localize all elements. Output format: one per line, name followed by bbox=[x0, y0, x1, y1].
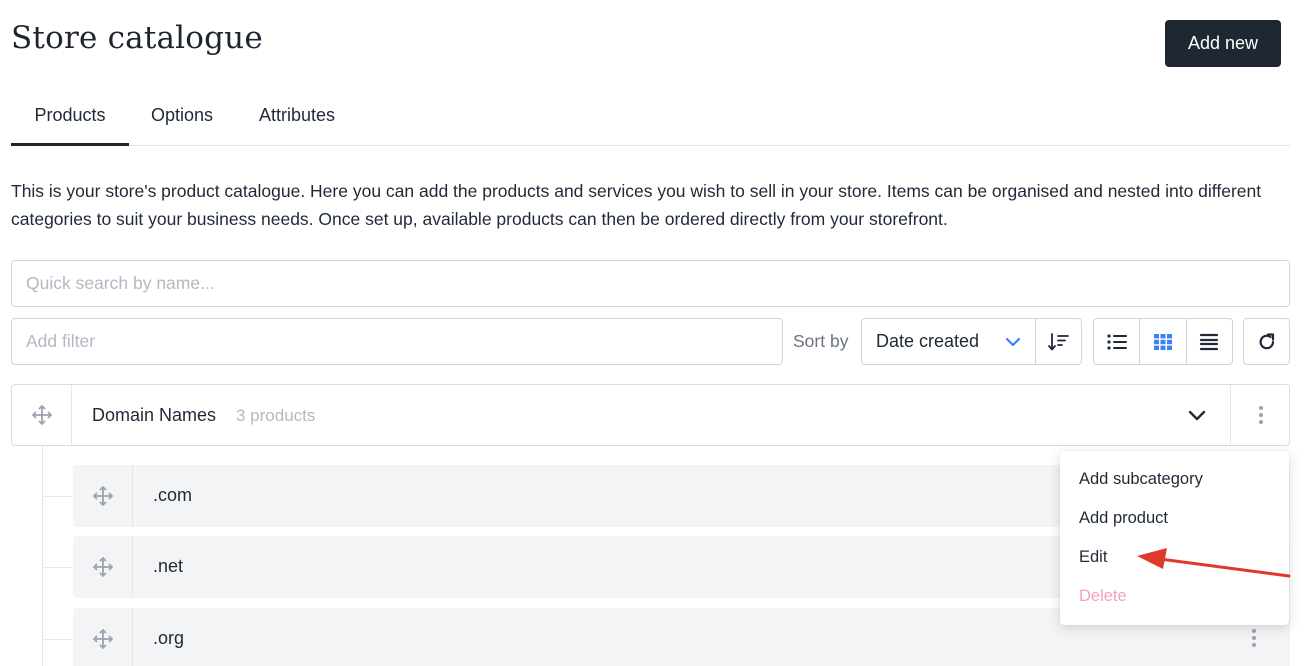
list-view-icon bbox=[1107, 333, 1127, 350]
refresh-button[interactable] bbox=[1243, 318, 1290, 365]
move-icon bbox=[92, 557, 113, 577]
view-mode-group bbox=[1093, 318, 1233, 365]
tree-branch bbox=[42, 496, 73, 497]
grid-view-icon bbox=[1153, 333, 1172, 350]
product-name[interactable]: .org bbox=[153, 628, 184, 649]
tree-branch bbox=[42, 567, 73, 568]
compact-view-button[interactable] bbox=[1187, 319, 1232, 364]
category-name[interactable]: Domain Names bbox=[92, 405, 216, 426]
category-product-count: 3 products bbox=[236, 406, 316, 425]
tree-branch bbox=[42, 639, 73, 640]
category-menu-button[interactable] bbox=[1230, 385, 1290, 445]
category-drag-handle[interactable] bbox=[12, 385, 72, 445]
grid-view-button[interactable] bbox=[1140, 319, 1187, 364]
menu-item-delete[interactable]: Delete bbox=[1079, 587, 1127, 606]
chevron-down-icon[interactable] bbox=[1187, 406, 1207, 426]
sort-control: Date created bbox=[861, 318, 1082, 365]
move-icon bbox=[31, 405, 52, 425]
product-name[interactable]: .net bbox=[153, 556, 183, 577]
category-context-menu: Add subcategory Add product Edit Delete bbox=[1060, 451, 1289, 625]
search-input[interactable] bbox=[11, 260, 1290, 307]
tree-connector bbox=[42, 446, 43, 666]
chevron-down-icon bbox=[1005, 337, 1021, 347]
sort-select[interactable]: Date created bbox=[862, 319, 1036, 364]
product-drag-handle[interactable] bbox=[73, 465, 133, 527]
page-title: Store catalogue bbox=[11, 20, 263, 56]
tab-bar: Products Options Attributes bbox=[11, 96, 1290, 146]
list-view-button[interactable] bbox=[1094, 319, 1141, 364]
product-name[interactable]: .com bbox=[153, 485, 192, 506]
sort-value: Date created bbox=[876, 331, 980, 351]
tab-attributes[interactable]: Attributes bbox=[247, 96, 347, 146]
menu-item-add-subcategory[interactable]: Add subcategory bbox=[1079, 470, 1203, 489]
sort-direction-button[interactable] bbox=[1036, 319, 1081, 364]
catalogue-description: This is your store's product catalogue. … bbox=[11, 181, 1262, 229]
move-icon bbox=[92, 629, 113, 649]
menu-item-edit[interactable]: Edit bbox=[1079, 548, 1107, 567]
menu-item-add-product[interactable]: Add product bbox=[1079, 509, 1168, 528]
category-row: Domain Names 3 products bbox=[11, 384, 1290, 446]
filter-input[interactable] bbox=[11, 318, 783, 365]
vertical-dots-icon bbox=[1258, 406, 1263, 424]
add-new-button[interactable]: Add new bbox=[1165, 20, 1281, 67]
tab-products[interactable]: Products bbox=[11, 96, 129, 146]
sort-descending-icon bbox=[1047, 332, 1069, 350]
tab-options[interactable]: Options bbox=[141, 96, 223, 146]
vertical-dots-icon[interactable] bbox=[1251, 628, 1257, 648]
product-drag-handle[interactable] bbox=[73, 536, 133, 598]
refresh-icon bbox=[1259, 332, 1274, 349]
product-drag-handle[interactable] bbox=[73, 608, 133, 666]
move-icon bbox=[92, 486, 113, 506]
compact-view-icon bbox=[1200, 333, 1219, 350]
sort-label: Sort by bbox=[793, 331, 849, 351]
